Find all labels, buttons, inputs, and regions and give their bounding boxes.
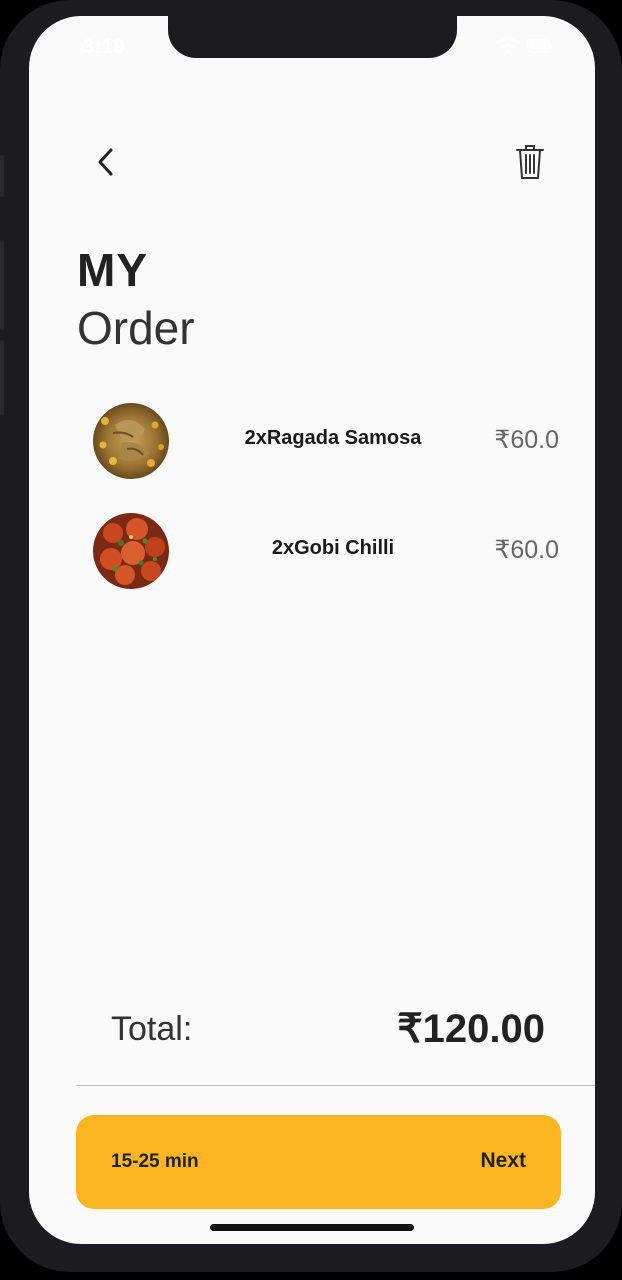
order-item[interactable]: 2xGobi Chilli ₹60.0	[93, 513, 573, 593]
back-button[interactable]	[87, 144, 123, 184]
status-time: 3:19	[83, 36, 126, 58]
delete-order-button[interactable]	[511, 142, 549, 186]
trash-icon	[515, 143, 545, 186]
item-name: 2xGobi Chilli	[271, 537, 395, 559]
gobi-chilli-image	[93, 513, 169, 589]
app-screen: 3:19 MY Order 2xRagada Samosa ₹60.0 2xGo…	[29, 16, 595, 1244]
item-price: ₹60.0	[494, 536, 559, 564]
mute-switch	[0, 155, 4, 197]
chevron-left-icon	[95, 147, 115, 182]
page-title-strong: MY	[77, 244, 148, 296]
volume-up-button	[0, 240, 4, 330]
wifi-icon	[496, 37, 520, 59]
battery-icon	[527, 39, 553, 58]
total-label: Total:	[111, 1010, 193, 1048]
total-value: ₹120.00	[397, 1007, 545, 1051]
ragada-samosa-image	[93, 403, 169, 479]
home-indicator[interactable]	[210, 1224, 414, 1231]
notch	[168, 16, 457, 58]
status-icons	[496, 37, 553, 59]
page-title-light: Order	[77, 302, 195, 354]
next-label: Next	[480, 1149, 526, 1172]
phone-frame: 3:19 MY Order 2xRagada Samosa ₹60.0 2xGo…	[0, 0, 622, 1272]
next-button[interactable]: 15-25 min Next	[76, 1115, 561, 1209]
item-name: 2xRagada Samosa	[244, 427, 422, 449]
divider	[76, 1085, 595, 1086]
item-price: ₹60.0	[494, 426, 559, 454]
volume-down-button	[0, 340, 4, 415]
delivery-eta: 15-25 min	[111, 1151, 199, 1172]
order-item[interactable]: 2xRagada Samosa ₹60.0	[93, 403, 573, 483]
